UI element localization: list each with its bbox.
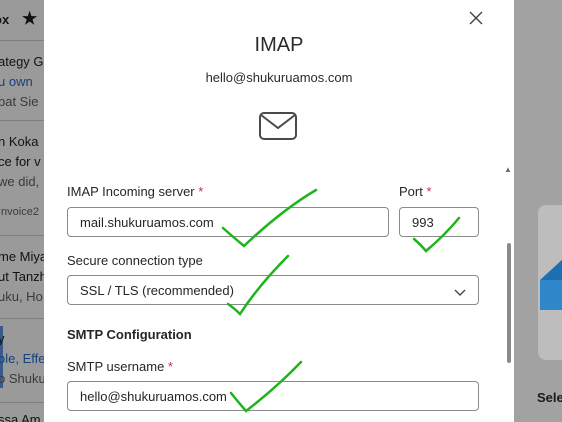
imap-dialog: IMAP hello@shukuruamos.com ▲ IMAP Incomi… (44, 0, 514, 422)
required-mark: * (167, 359, 173, 374)
mail-icon (258, 110, 298, 147)
divider (0, 235, 44, 236)
smtp-username-label: SMTP username * (67, 359, 173, 374)
list-item-preview: o Shuku (0, 371, 44, 386)
secure-connection-label: Secure connection type (67, 253, 203, 268)
imap-server-label: IMAP Incoming server * (67, 184, 203, 199)
imap-server-label-text: IMAP Incoming server (67, 184, 195, 199)
panel-label: Sele (537, 390, 562, 405)
divider (0, 402, 44, 403)
list-item-subject: ut Tanzh (0, 269, 44, 284)
smtp-username-input[interactable] (67, 381, 479, 411)
scroll-up-arrow-icon[interactable]: ▲ (504, 165, 512, 174)
list-item-subject: u own (0, 74, 33, 89)
divider (0, 40, 44, 41)
list-item-sender: n Koka (0, 134, 39, 149)
port-input[interactable] (399, 207, 479, 237)
divider (0, 318, 44, 319)
close-icon[interactable] (465, 7, 487, 29)
list-item-attachment: Invoice2 (0, 206, 39, 218)
smtp-section-heading: SMTP Configuration (67, 327, 192, 342)
list-item-preview: uku, Ho (0, 289, 43, 304)
scrollbar-thumb[interactable] (507, 243, 511, 363)
star-icon[interactable]: ★ (22, 9, 37, 29)
list-item-sender: ssa Am (0, 412, 41, 422)
list-item-sender: me Miya (0, 249, 44, 264)
list-header: ox ★ (0, 9, 44, 32)
background-panel: Sele (514, 0, 562, 422)
envelope-illustration-body (540, 280, 562, 310)
account-email: hello@shukuruamos.com (205, 70, 353, 85)
imap-server-input[interactable] (67, 207, 389, 237)
smtp-username-label-text: SMTP username (67, 359, 165, 374)
list-header-label: ox (0, 12, 10, 27)
secure-connection-value: SSL / TLS (recommended) (80, 283, 234, 298)
dialog-title: IMAP (254, 34, 304, 56)
list-item-preview: we did, (0, 174, 40, 189)
divider (0, 120, 44, 121)
chevron-down-icon (454, 285, 466, 300)
list-item-sender: y (0, 331, 5, 346)
list-item-subject: ce for v (0, 154, 41, 169)
required-mark: * (426, 184, 432, 199)
list-item-subject: ole, Effe (0, 351, 44, 366)
port-label: Port * (399, 184, 432, 199)
port-label-text: Port (399, 184, 423, 199)
required-mark: * (198, 184, 204, 199)
secure-connection-select[interactable]: SSL / TLS (recommended) (67, 275, 479, 305)
list-item-sender: ategy Ga (0, 54, 44, 69)
email-list: ox ★ ategy Ga u own bat Sie n Koka ce fo… (0, 0, 44, 422)
list-item-preview: bat Sie (0, 94, 39, 109)
